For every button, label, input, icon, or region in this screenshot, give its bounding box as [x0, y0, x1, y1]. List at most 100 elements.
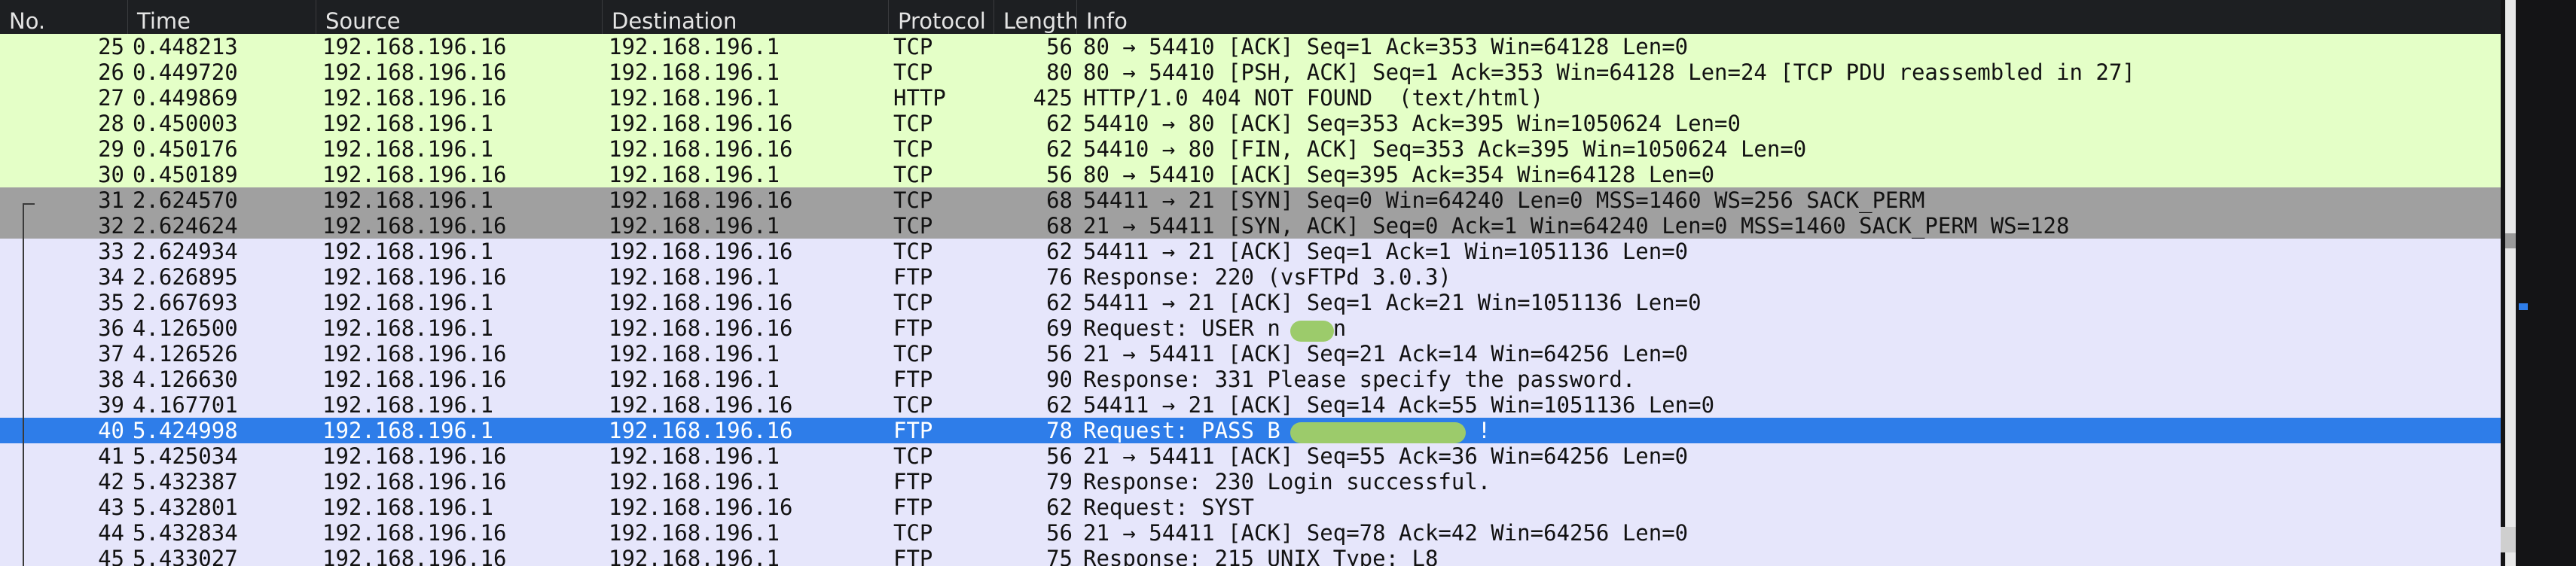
cell-no: 26 [98, 59, 124, 85]
cell-source: 192.168.196.16 [322, 162, 507, 187]
column-header-no[interactable]: No. [0, 0, 128, 34]
cell-protocol: TCP [893, 392, 933, 418]
packet-row[interactable]: 39 4.167701 192.168.196.1 192.168.196.16 TCP… [0, 392, 2501, 418]
cell-source: 192.168.196.16 [322, 367, 507, 392]
cell-no: 41 [98, 443, 124, 469]
cell-protocol: FTP [893, 264, 933, 290]
packet-row[interactable]: 29 0.450176 192.168.196.1 192.168.196.16 TCP… [0, 136, 2501, 162]
cell-source: 192.168.196.16 [322, 443, 507, 469]
cell-info: Response: 331 Please specify the passwor… [1083, 367, 1636, 392]
packet-row[interactable]: 36 4.126500 192.168.196.1 192.168.196.16 FTP… [0, 315, 2501, 341]
cell-source: 192.168.196.16 [322, 213, 507, 239]
packet-row[interactable]: 35 2.667693 192.168.196.1 192.168.196.16 TCP… [0, 290, 2501, 315]
column-header-protocol[interactable]: Protocol [889, 0, 994, 34]
cell-length: 62 [1046, 494, 1073, 520]
scrollbar-thumb[interactable] [2505, 233, 2516, 248]
packet-row[interactable]: 32 2.624624 192.168.196.16 192.168.196.1 TCP… [0, 213, 2501, 239]
packet-row[interactable]: 33 2.624934 192.168.196.1 192.168.196.16 TCP… [0, 239, 2501, 264]
redaction-mark-password [1290, 422, 1466, 443]
cell-length: 75 [1046, 546, 1073, 566]
cell-info: 54411 → 21 [ACK] Seq=1 Ack=21 Win=105113… [1083, 290, 1702, 315]
column-header-time[interactable]: Time [128, 0, 316, 34]
cell-destination: 192.168.196.1 [609, 162, 780, 187]
cell-info: 54410 → 80 [FIN, ACK] Seq=353 Ack=395 Wi… [1083, 136, 1807, 162]
column-header-length[interactable]: Length [994, 0, 1077, 34]
column-header-destination[interactable]: Destination [603, 0, 889, 34]
cell-protocol: TCP [893, 136, 933, 162]
cell-time: 0.450189 [133, 162, 238, 187]
cell-source: 192.168.196.1 [322, 392, 493, 418]
cell-source: 192.168.196.16 [322, 520, 507, 546]
cell-time: 0.450003 [133, 111, 238, 136]
cell-info: 21 → 54411 [ACK] Seq=21 Ack=14 Win=64256… [1083, 341, 1689, 367]
packet-row[interactable]: 44 5.432834 192.168.196.16 192.168.196.1 TCP… [0, 520, 2501, 546]
cell-no: 35 [98, 290, 124, 315]
cell-protocol: HTTP [893, 85, 946, 111]
cell-no: 28 [98, 111, 124, 136]
scroll-position-marker [2501, 527, 2516, 552]
cell-time: 5.425034 [133, 443, 238, 469]
cell-source: 192.168.196.1 [322, 187, 493, 213]
cell-protocol: FTP [893, 315, 933, 341]
cell-source: 192.168.196.1 [322, 239, 493, 264]
cell-protocol: TCP [893, 34, 933, 59]
cell-protocol: TCP [893, 341, 933, 367]
column-header-info[interactable]: Info [1077, 0, 2501, 34]
packet-row[interactable]: 37 4.126526 192.168.196.16 192.168.196.1 TCP… [0, 341, 2501, 367]
packet-row[interactable]: 34 2.626895 192.168.196.16 192.168.196.1 FTP… [0, 264, 2501, 290]
packet-row[interactable]: 38 4.126630 192.168.196.16 192.168.196.1 FTP… [0, 367, 2501, 392]
cell-length: 90 [1046, 367, 1073, 392]
packet-row[interactable]: 25 0.448213 192.168.196.16 192.168.196.1 TCP… [0, 34, 2501, 59]
packet-row[interactable]: 40 5.424998 192.168.196.1 192.168.196.16 FTP… [0, 418, 2501, 443]
cell-no: 34 [98, 264, 124, 290]
cell-destination: 192.168.196.1 [609, 34, 780, 59]
cell-no: 45 [98, 546, 124, 566]
cell-source: 192.168.196.16 [322, 59, 507, 85]
cell-destination: 192.168.196.16 [609, 136, 793, 162]
packet-row[interactable]: 31 2.624570 192.168.196.1 192.168.196.16 TCP… [0, 187, 2501, 213]
packet-row[interactable]: 26 0.449720 192.168.196.16 192.168.196.1 TCP… [0, 59, 2501, 85]
packet-row[interactable]: 27 0.449869 192.168.196.16 192.168.196.1 HTT… [0, 85, 2501, 111]
packet-row[interactable]: 28 0.450003 192.168.196.1 192.168.196.16 TCP… [0, 111, 2501, 136]
cell-length: 425 [1033, 85, 1073, 111]
cell-protocol: TCP [893, 162, 933, 187]
cell-info: HTTP/1.0 404 NOT FOUND (text/html) [1083, 85, 1544, 111]
related-packet-bracket [23, 203, 24, 566]
cell-destination: 192.168.196.1 [609, 59, 780, 85]
cell-time: 0.450176 [133, 136, 238, 162]
cell-destination: 192.168.196.1 [609, 546, 780, 566]
cell-info: Response: 230 Login successful. [1083, 469, 1491, 494]
cell-length: 68 [1046, 213, 1073, 239]
packet-row[interactable]: 42 5.432387 192.168.196.16 192.168.196.1 FTP… [0, 469, 2501, 494]
cell-info: 80 → 54410 [ACK] Seq=1 Ack=353 Win=64128… [1083, 34, 1689, 59]
cell-no: 44 [98, 520, 124, 546]
cell-length: 80 [1046, 59, 1073, 85]
cell-destination: 192.168.196.16 [609, 494, 793, 520]
cell-time: 4.126500 [133, 315, 238, 341]
cell-destination: 192.168.196.16 [609, 290, 793, 315]
cell-length: 62 [1046, 239, 1073, 264]
vertical-scrollbar[interactable] [2501, 0, 2576, 566]
cell-time: 4.167701 [133, 392, 238, 418]
packet-row[interactable]: 45 5.433027 192.168.196.16 192.168.196.1 FTP… [0, 546, 2501, 566]
cell-length: 62 [1046, 136, 1073, 162]
cell-protocol: TCP [893, 443, 933, 469]
cell-destination: 192.168.196.1 [609, 85, 780, 111]
column-header-source[interactable]: Source [316, 0, 603, 34]
cell-source: 192.168.196.1 [322, 136, 493, 162]
scrollbar-track[interactable] [2505, 0, 2516, 566]
cell-protocol: TCP [893, 187, 933, 213]
packet-row[interactable]: 30 0.450189 192.168.196.16 192.168.196.1 TCP… [0, 162, 2501, 187]
cell-no: 40 [98, 418, 124, 443]
cell-no: 32 [98, 213, 124, 239]
packet-row[interactable]: 43 5.432801 192.168.196.1 192.168.196.16 FTP… [0, 494, 2501, 520]
cell-info: 54411 → 21 [SYN] Seq=0 Win=64240 Len=0 M… [1083, 187, 1925, 213]
cell-no: 27 [98, 85, 124, 111]
cell-time: 5.433027 [133, 546, 238, 566]
packet-row[interactable]: 41 5.425034 192.168.196.16 192.168.196.1 TCP… [0, 443, 2501, 469]
cell-no: 42 [98, 469, 124, 494]
cell-source: 192.168.196.16 [322, 546, 507, 566]
cell-time: 5.432387 [133, 469, 238, 494]
cell-source: 192.168.196.1 [322, 111, 493, 136]
cell-no: 30 [98, 162, 124, 187]
